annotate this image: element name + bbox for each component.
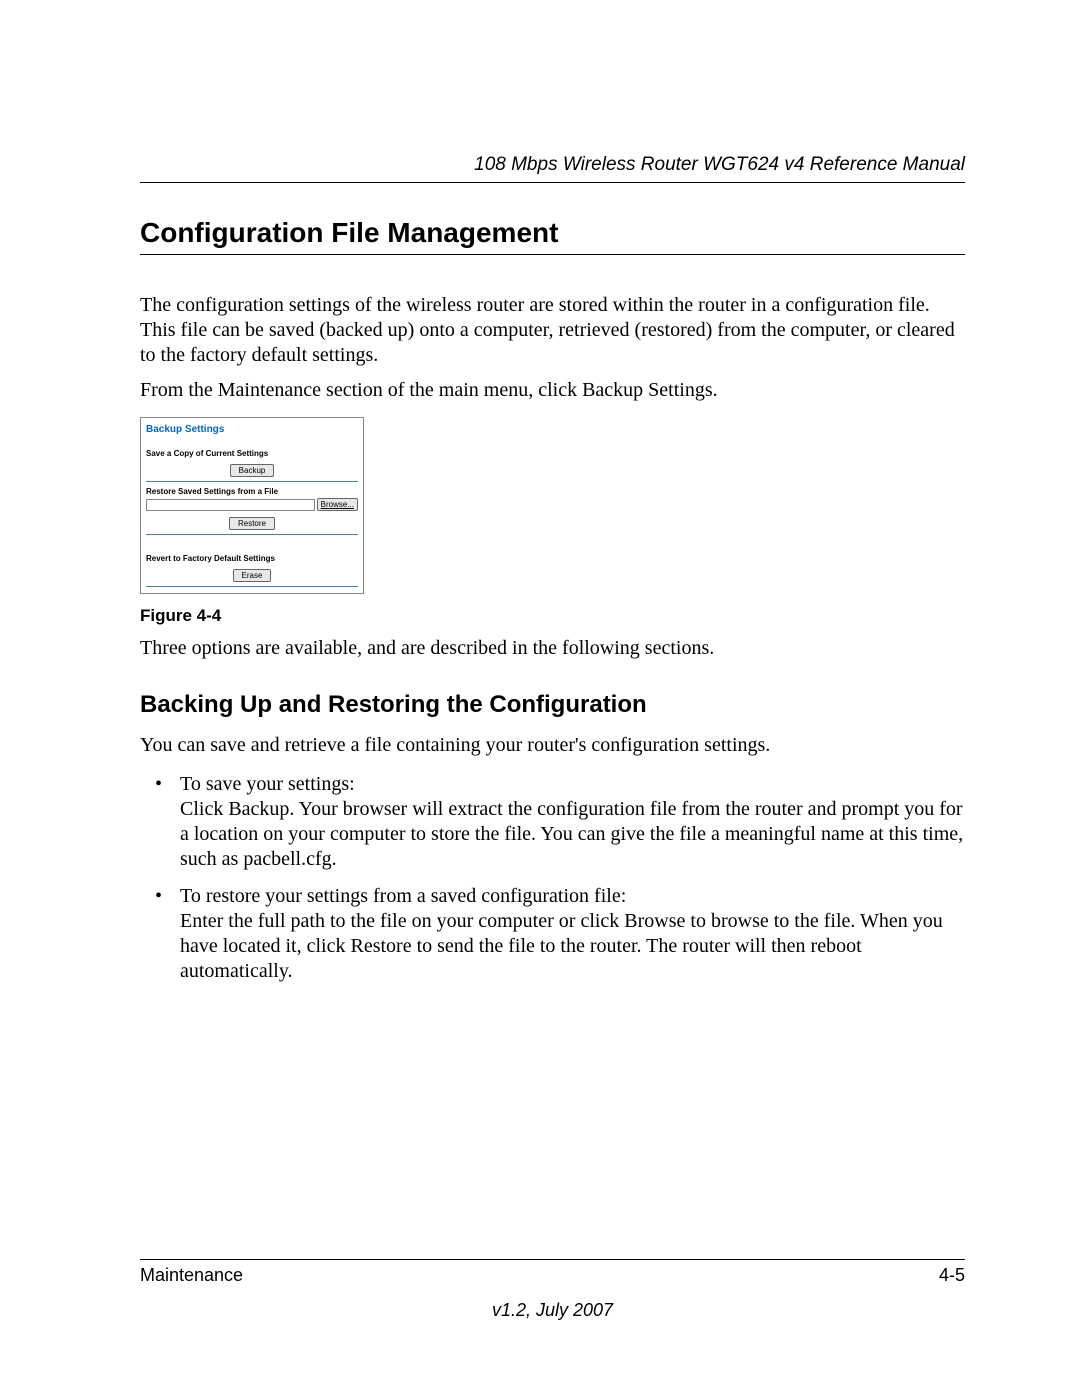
erase-button[interactable]: Erase — [233, 569, 272, 582]
figure-caption: Figure 4-4 — [140, 606, 965, 626]
paragraph: The configuration settings of the wirele… — [140, 293, 965, 368]
subsection-heading: Backing Up and Restoring the Configurati… — [140, 691, 965, 719]
screenshot-title: Backup Settings — [146, 424, 358, 435]
bullet-lead: To save your settings: — [180, 773, 355, 795]
bullet-lead: To restore your settings from a saved co… — [180, 885, 626, 907]
doc-header: 108 Mbps Wireless Router WGT624 v4 Refer… — [140, 154, 965, 176]
divider — [146, 481, 358, 482]
footer-page-number: 4-5 — [939, 1265, 965, 1286]
section-heading: Configuration File Management — [140, 217, 965, 249]
bullet-body: Enter the full path to the file on your … — [180, 910, 943, 982]
heading-rule — [140, 254, 965, 255]
revert-label: Revert to Factory Default Settings — [146, 554, 358, 563]
bullet-body: Click Backup. Your browser will extract … — [180, 798, 963, 870]
backup-settings-screenshot: Backup Settings Save a Copy of Current S… — [140, 417, 364, 594]
paragraph: Three options are available, and are des… — [140, 636, 965, 661]
list-item: To save your settings: Click Backup. You… — [140, 772, 965, 872]
restore-button[interactable]: Restore — [229, 517, 275, 530]
footer-section: Maintenance — [140, 1265, 243, 1286]
header-rule — [140, 182, 965, 183]
divider — [146, 586, 358, 587]
save-copy-label: Save a Copy of Current Settings — [146, 449, 358, 458]
footer-rule — [140, 1259, 965, 1260]
page-footer: Maintenance 4-5 v1.2, July 2007 — [140, 1259, 965, 1321]
divider — [146, 534, 358, 535]
paragraph: You can save and retrieve a file contain… — [140, 733, 965, 758]
bullet-list: To save your settings: Click Backup. You… — [140, 772, 965, 984]
paragraph: From the Maintenance section of the main… — [140, 378, 965, 403]
backup-button[interactable]: Backup — [230, 464, 275, 477]
list-item: To restore your settings from a saved co… — [140, 884, 965, 984]
figure: Backup Settings Save a Copy of Current S… — [140, 417, 965, 594]
file-path-input[interactable] — [146, 499, 315, 511]
footer-version: v1.2, July 2007 — [140, 1300, 965, 1321]
restore-label: Restore Saved Settings from a File — [146, 487, 358, 496]
browse-button[interactable]: Browse... — [317, 498, 358, 511]
